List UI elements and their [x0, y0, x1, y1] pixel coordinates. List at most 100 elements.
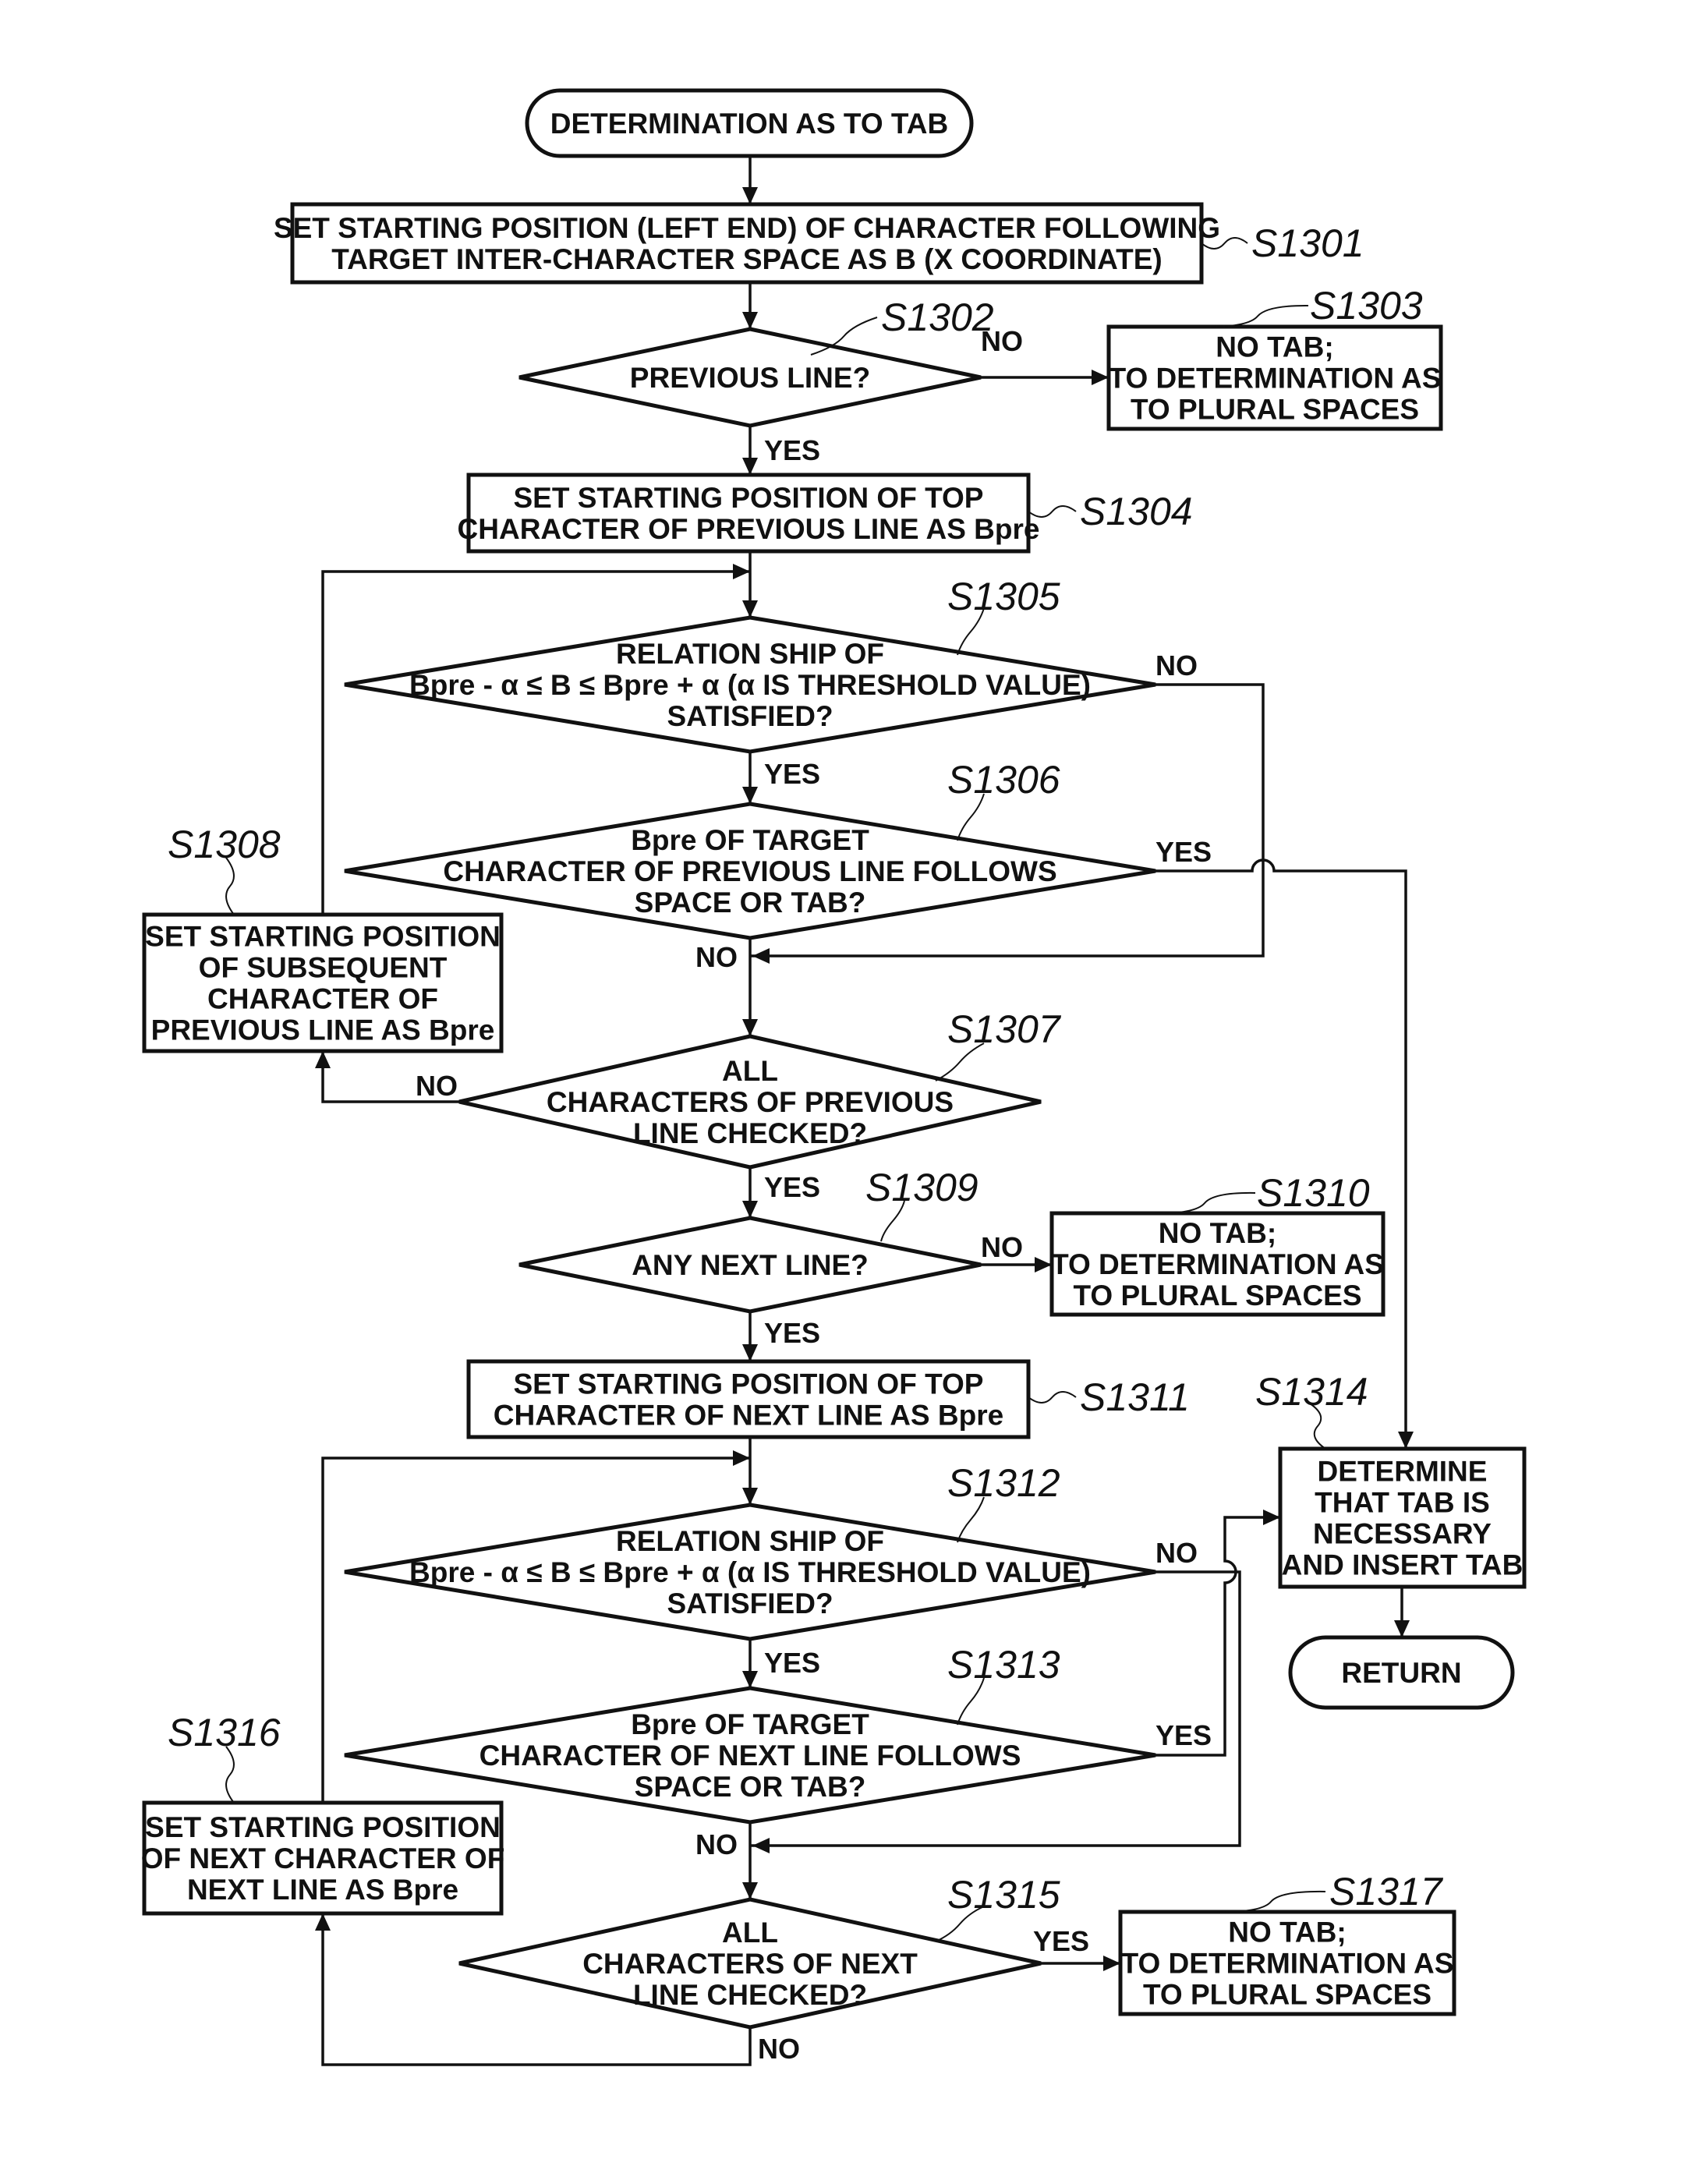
step-label-s1303: S1303 [1310, 284, 1423, 327]
arrowhead-icon [1103, 1956, 1120, 1971]
node-text-line: TO PLURAL SPACES [1073, 1280, 1361, 1311]
edge-label-no: NO [981, 1231, 1023, 1263]
node-s1312: RELATION SHIP OFBpre - α ≤ B ≤ Bpre + α … [344, 1503, 1156, 1641]
node-text-line: SATISFIED? [667, 700, 833, 732]
node-text-line: NO TAB; [1228, 1917, 1346, 1949]
edge-label-yes: YES [764, 1171, 820, 1203]
node-text-line: NO TAB; [1216, 331, 1333, 363]
node-s1301: SET STARTING POSITION (LEFT END) OF CHAR… [274, 202, 1220, 285]
step-label-s1314: S1314 [1255, 1370, 1368, 1414]
edge-label-no: NO [981, 325, 1023, 357]
edge-label-no: NO [758, 2033, 800, 2065]
arrowhead-icon [1092, 370, 1109, 385]
node-text-line: RELATION SHIP OF [616, 638, 884, 670]
node-text-line: RELATION SHIP OF [616, 1525, 884, 1557]
node-text-line: CHARACTER OF PREVIOUS LINE FOLLOWS [443, 855, 1056, 887]
edge-label-yes: YES [1155, 836, 1212, 868]
arrowhead-icon [733, 1450, 750, 1466]
arrowhead-icon [315, 1913, 331, 1931]
step-leader-line [225, 1746, 235, 1803]
step-label-s1315: S1315 [947, 1873, 1060, 1917]
node-text-line: CHARACTER OF NEXT LINE AS Bpre [494, 1400, 1003, 1432]
step-label-s1301: S1301 [1251, 221, 1364, 265]
node-s1304: SET STARTING POSITION OF TOPCHARACTER OF… [458, 473, 1040, 554]
arrowhead-icon [1394, 1620, 1410, 1637]
arrowhead-icon [1398, 1432, 1414, 1449]
node-text-line: RETURN [1341, 1657, 1461, 1689]
node-s1302: PREVIOUS LINE? [518, 327, 982, 428]
node-text-line: Bpre OF TARGET [631, 1708, 869, 1740]
arrowhead-icon [315, 1051, 331, 1068]
node-text-line: TO PLURAL SPACES [1143, 1979, 1432, 2011]
node-text-line: ALL [722, 1917, 778, 1949]
node-text-line: OF NEXT CHARACTER OF [141, 1842, 505, 1874]
step-leader-line [1153, 1191, 1256, 1215]
step-label-s1317: S1317 [1329, 1870, 1444, 1913]
step-leader-line [1028, 505, 1077, 518]
arrowhead-icon [752, 948, 770, 964]
node-s1311: SET STARTING POSITION OF TOPCHARACTER OF… [466, 1359, 1031, 1439]
node-text-line: SET STARTING POSITION [145, 1811, 501, 1843]
node-text-line: CHARACTER OF [207, 983, 438, 1015]
node-text-line: TO DETERMINATION AS [1109, 363, 1442, 395]
node-text-line: TO PLURAL SPACES [1131, 394, 1419, 426]
node-text-line: CHARACTER OF PREVIOUS LINE AS Bpre [458, 513, 1040, 545]
arrowhead-icon [742, 312, 758, 329]
arrowhead-icon [742, 600, 758, 618]
node-text-line: DETERMINE [1318, 1456, 1488, 1488]
step-label-s1306: S1306 [947, 758, 1060, 802]
node-text-line: NECESSARY [1313, 1518, 1492, 1550]
step-label-s1311: S1311 [1080, 1375, 1190, 1419]
node-text-line: SET STARTING POSITION OF TOP [513, 1368, 983, 1400]
node-s1310: NO TAB;TO DETERMINATION ASTO PLURAL SPAC… [1049, 1211, 1385, 1317]
arrowhead-icon [733, 564, 750, 579]
node-text-line: SET STARTING POSITION OF TOP [513, 482, 983, 514]
arrowhead-icon [742, 1344, 758, 1361]
edge-label-no: NO [1155, 650, 1198, 681]
arrowhead-icon [742, 1488, 758, 1505]
arrowhead-icon [742, 458, 758, 475]
node-text-line: SET STARTING POSITION [145, 921, 501, 953]
edge [1155, 858, 1407, 1449]
node-s1308: SET STARTING POSITIONOF SUBSEQUENTCHARAC… [142, 912, 504, 1053]
edge-label-yes: YES [764, 434, 820, 466]
step-label-s1302: S1302 [881, 296, 994, 339]
node-text-line: THAT TAB IS [1315, 1487, 1490, 1519]
step-label-s1316: S1316 [168, 1711, 281, 1754]
node-text-line: LINE CHECKED? [633, 1117, 867, 1149]
node-text-line: Bpre - α ≤ B ≤ Bpre + α (α IS THRESHOLD … [409, 669, 1091, 701]
edge-label-no: NO [695, 1828, 738, 1860]
edge-label-no: NO [1155, 1537, 1198, 1569]
node-s1316: SET STARTING POSITIONOF NEXT CHARACTER O… [141, 1800, 505, 1916]
node-text-line: TO DETERMINATION AS [1121, 1948, 1454, 1980]
arrowhead-icon [742, 1671, 758, 1688]
arrowhead-icon [742, 1019, 758, 1036]
edge-label-yes: YES [764, 1317, 820, 1349]
step-label-s1313: S1313 [947, 1643, 1060, 1687]
node-text-line: SPACE OR TAB? [635, 887, 866, 919]
node-text-line: CHARACTER OF NEXT LINE FOLLOWS [480, 1740, 1021, 1772]
edge-label-no: NO [695, 941, 738, 973]
arrowhead-icon [1035, 1257, 1052, 1273]
step-label-s1310: S1310 [1257, 1171, 1370, 1215]
node-text-line: NO TAB; [1159, 1217, 1276, 1249]
edge-label-yes: YES [1033, 1925, 1089, 1957]
edge-label-no: NO [416, 1070, 458, 1102]
node-s1303: NO TAB;TO DETERMINATION ASTO PLURAL SPAC… [1106, 324, 1443, 431]
arrowhead-icon [742, 1201, 758, 1218]
step-label-s1305: S1305 [947, 575, 1060, 618]
node-text-line: ANY NEXT LINE? [632, 1249, 869, 1281]
arrowhead-icon [742, 1882, 758, 1899]
edge-label-yes: YES [764, 758, 820, 790]
arrowhead-icon [742, 787, 758, 804]
node-text-line: PREVIOUS LINE AS Bpre [151, 1014, 495, 1046]
node-start: DETERMINATION AS TO TAB [525, 88, 974, 158]
node-text-line: Bpre - α ≤ B ≤ Bpre + α (α IS THRESHOLD … [409, 1556, 1091, 1588]
node-text-line: NEXT LINE AS Bpre [187, 1874, 458, 1906]
node-text-line: AND INSERT TAB [1282, 1549, 1524, 1581]
node-s1317: NO TAB;TO DETERMINATION ASTO PLURAL SPAC… [1118, 1910, 1456, 2016]
node-text-line: SATISFIED? [667, 1588, 833, 1619]
node-return: RETURN [1288, 1635, 1515, 1710]
node-text-line: PREVIOUS LINE? [630, 362, 870, 394]
step-leader-line [1206, 304, 1309, 328]
